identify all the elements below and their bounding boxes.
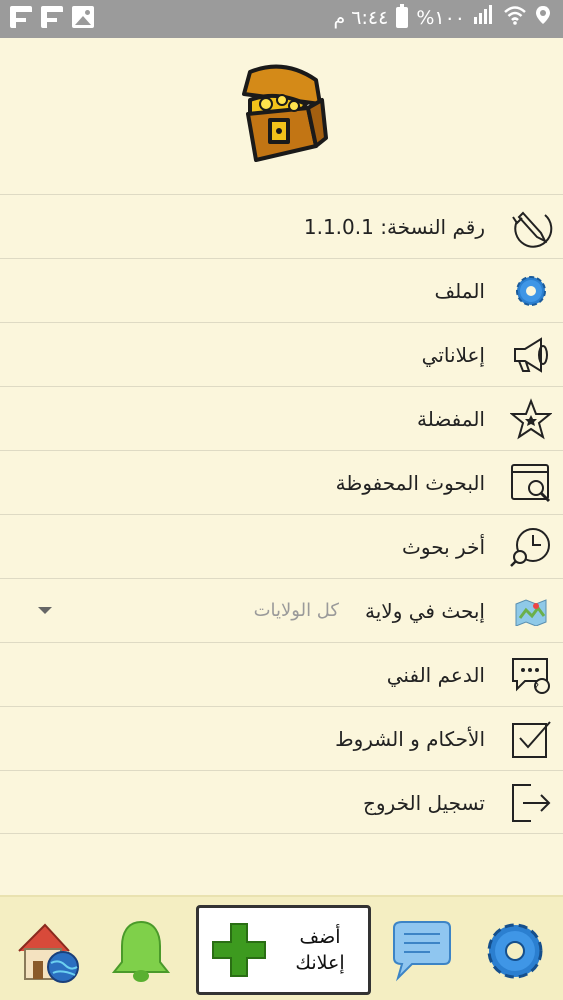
star-icon xyxy=(509,397,553,441)
treasure-chest-icon xyxy=(242,64,328,162)
version-label: رقم النسخة: xyxy=(380,215,485,239)
menu-label-favorites: المفضلة xyxy=(416,407,485,431)
menu-label-recent-searches: أخر بحوث xyxy=(402,535,485,559)
status-bar: ٦:٤٤ م %١٠٠ xyxy=(0,0,563,38)
add-ad-button[interactable]: أضف إعلانك xyxy=(196,905,371,995)
system-icons: ٦:٤٤ م %١٠٠ xyxy=(333,4,551,30)
support-chat-icon: ? xyxy=(509,653,553,697)
bottom-bar: أضف إعلانك xyxy=(0,895,563,1000)
pencil-refresh-icon xyxy=(509,205,553,249)
home-globe-icon[interactable] xyxy=(12,911,82,991)
menu-item-version: رقم النسخة: 1.1.0.1 xyxy=(0,194,563,258)
wifi-icon xyxy=(503,5,527,30)
image-icon xyxy=(72,6,94,28)
state-dropdown[interactable]: كل الولايات xyxy=(254,579,339,643)
battery-icon xyxy=(396,4,409,28)
notifications-bell-icon[interactable] xyxy=(106,911,176,991)
menu-item-favorites[interactable]: المفضلة xyxy=(0,386,563,450)
menu-item-terms[interactable]: الأحكام و الشروط xyxy=(0,706,563,770)
drawer-header xyxy=(0,38,563,194)
saved-search-icon xyxy=(509,461,553,505)
menu-label-search-state: إبحث في ولاية xyxy=(365,599,485,623)
menu-label-my-ads: إعلاناتي xyxy=(421,343,485,367)
settings-icon[interactable] xyxy=(480,911,550,991)
menu-item-recent-searches[interactable]: أخر بحوث xyxy=(0,514,563,578)
menu-label-terms: الأحكام و الشروط xyxy=(335,727,485,751)
menu-label-profile: الملف xyxy=(434,279,485,303)
menu-item-logout[interactable]: تسجيل الخروج xyxy=(0,770,563,834)
version-value: 1.1.0.1 xyxy=(303,215,374,239)
svg-text:?: ? xyxy=(534,682,539,693)
menu-item-support[interactable]: ? الدعم الفني xyxy=(0,642,563,706)
add-ad-label-line1: أضف xyxy=(299,926,341,948)
menu-item-my-ads[interactable]: إعلاناتي xyxy=(0,322,563,386)
menu-label-logout: تسجيل الخروج xyxy=(362,791,485,815)
location-icon xyxy=(535,5,551,30)
clock-search-icon xyxy=(509,525,553,569)
menu-label-support: الدعم الفني xyxy=(386,663,485,687)
menu-item-saved-searches[interactable]: البحوث المحفوظة xyxy=(0,450,563,514)
flipboard-icon xyxy=(41,6,63,28)
plus-icon xyxy=(212,923,266,977)
checkbox-icon xyxy=(509,717,553,761)
flipboard-icon xyxy=(10,6,32,28)
gear-icon xyxy=(509,269,553,313)
drawer-menu: رقم النسخة: 1.1.0.1 الملف إعلاناتي المفض… xyxy=(0,194,563,834)
chevron-down-icon[interactable] xyxy=(38,607,52,614)
signal-icon xyxy=(473,5,495,30)
clock: ٦:٤٤ م xyxy=(333,6,389,29)
map-icon xyxy=(509,589,553,633)
add-ad-label-line2: إعلانك xyxy=(295,952,345,974)
menu-item-search-state[interactable]: إبحث في ولاية كل الولايات xyxy=(0,578,563,642)
notification-icons xyxy=(10,6,94,28)
menu-item-profile[interactable]: الملف xyxy=(0,258,563,322)
battery-level: %١٠٠ xyxy=(416,6,465,29)
messages-icon[interactable] xyxy=(386,911,456,991)
logout-icon xyxy=(509,781,553,825)
megaphone-icon xyxy=(509,333,553,377)
menu-label-saved-searches: البحوث المحفوظة xyxy=(335,471,485,495)
